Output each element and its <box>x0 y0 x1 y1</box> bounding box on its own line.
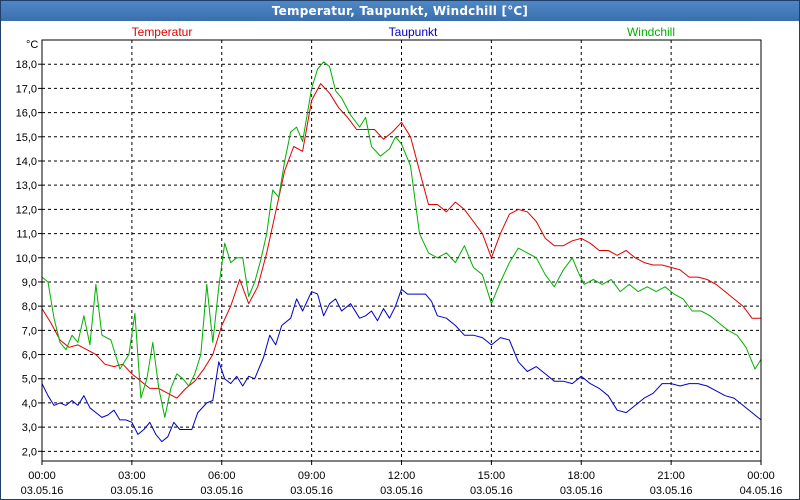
y-tick-label: 15,0 <box>16 132 37 144</box>
x-tick-date: 04.05.16 <box>740 485 783 497</box>
x-tick-date: 03.05.16 <box>650 485 693 497</box>
y-tick-label: 17,0 <box>16 83 37 95</box>
x-tick-time: 03:00 <box>118 470 146 482</box>
y-tick-label: 2,0 <box>22 446 37 458</box>
x-tick-time: 18:00 <box>567 470 595 482</box>
x-axis-ticks: 00:00 03.05.16 03:00 03.05.16 06:00 03.05.16 0… <box>21 461 783 497</box>
x-tick-date: 03.05.16 <box>560 485 603 497</box>
grid-lines <box>42 40 761 461</box>
y-tick-label: 10,0 <box>16 253 37 265</box>
legend-item-temperatur: Temperatur <box>132 25 193 39</box>
x-tick-date: 03.05.16 <box>200 485 243 497</box>
x-tick-date: 03.05.16 <box>110 485 153 497</box>
y-tick-label: 8,0 <box>22 301 37 313</box>
line-chart: °C 2,0 3,0 4,0 5,0 6,0 7,0 8,0 9,0 10,0 11,0 12,0 1… <box>16 25 783 497</box>
x-tick-time: 06:00 <box>208 470 236 482</box>
y-tick-label: 18,0 <box>16 59 37 71</box>
y-tick-label: 14,0 <box>16 156 37 168</box>
y-tick-label: 13,0 <box>16 180 37 192</box>
x-tick-time: 09:00 <box>298 470 326 482</box>
y-tick-label: 5,0 <box>22 374 37 386</box>
y-tick-label: 4,0 <box>22 398 37 410</box>
x-tick-time: 00:00 <box>28 470 56 482</box>
y-axis-ticks: 2,0 3,0 4,0 5,0 6,0 7,0 8,0 9,0 10,0 11,0 12,0 13,0… <box>16 59 42 458</box>
y-tick-label: 3,0 <box>22 422 37 434</box>
x-tick-time: 00:00 <box>747 470 775 482</box>
y-tick-label: 12,0 <box>16 204 37 216</box>
x-tick-date: 03.05.16 <box>470 485 513 497</box>
x-tick-date: 03.05.16 <box>380 485 423 497</box>
x-tick-date: 03.05.16 <box>21 485 64 497</box>
x-tick-time: 21:00 <box>657 470 685 482</box>
y-axis-unit: °C <box>26 39 38 51</box>
legend: Temperatur Taupunkt Windchill <box>132 25 675 39</box>
legend-item-windchill: Windchill <box>627 25 675 39</box>
y-tick-label: 9,0 <box>22 277 37 289</box>
y-tick-label: 16,0 <box>16 108 37 120</box>
legend-item-taupunkt: Taupunkt <box>389 25 438 39</box>
x-tick-date: 03.05.16 <box>290 485 333 497</box>
x-tick-time: 12:00 <box>388 470 416 482</box>
y-tick-label: 6,0 <box>22 350 37 362</box>
y-tick-label: 11,0 <box>16 229 37 241</box>
x-tick-time: 15:00 <box>478 470 506 482</box>
y-tick-label: 7,0 <box>22 325 37 337</box>
